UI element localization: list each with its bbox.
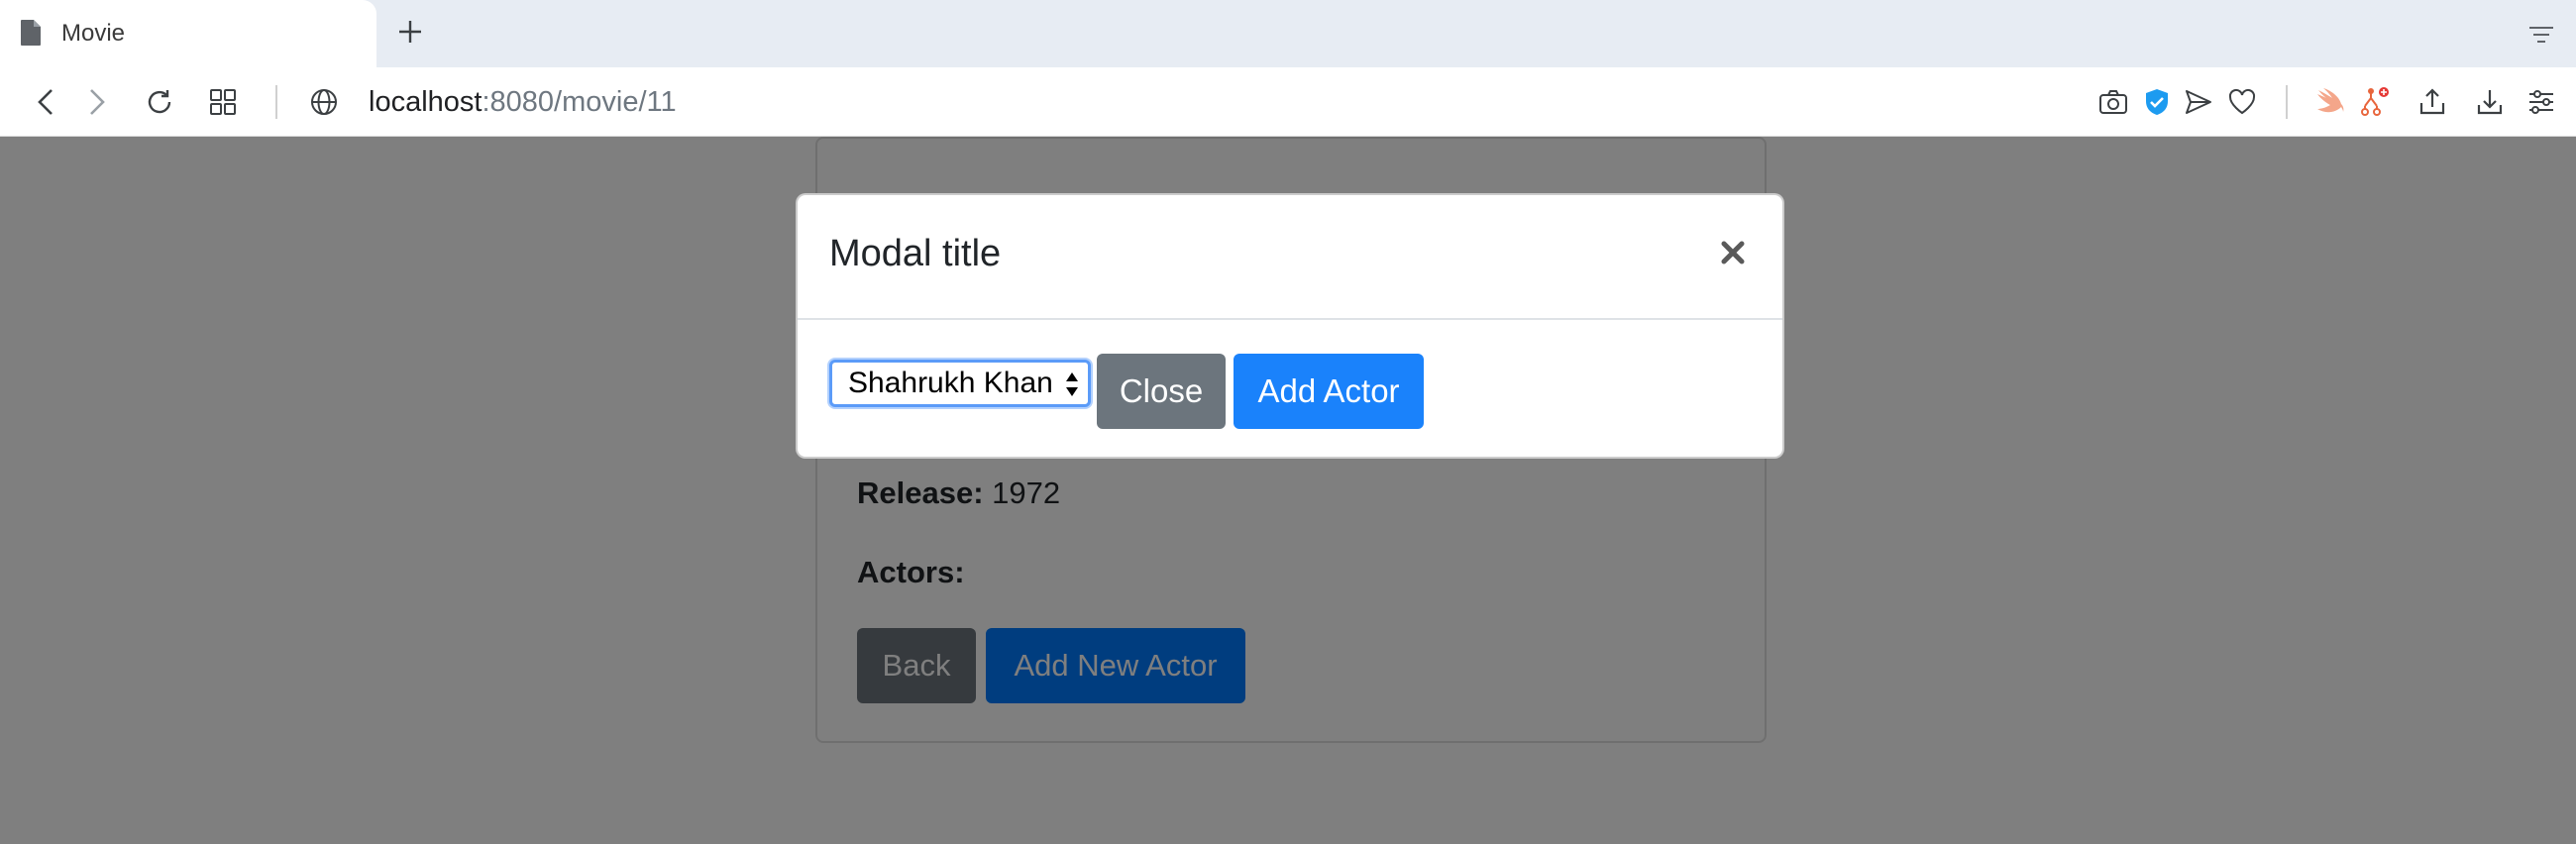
- browser-toolbar: localhost:8080/movie/11: [0, 67, 2576, 137]
- modal-header: Modal title: [798, 195, 1782, 320]
- camera-icon[interactable]: [2093, 81, 2134, 123]
- reload-icon[interactable]: [139, 81, 180, 123]
- add-actor-button[interactable]: Add Actor: [1234, 354, 1424, 429]
- modal-body: Shahrukh Khan Close Add Actor: [798, 320, 1782, 459]
- toolbar-divider: [275, 85, 277, 119]
- browser-tab[interactable]: Movie: [0, 0, 376, 67]
- address-bar[interactable]: localhost:8080/movie/11: [369, 84, 677, 120]
- url-host: localhost: [369, 86, 483, 118]
- settings-sliders-icon[interactable]: [2521, 81, 2562, 123]
- modal-close-button[interactable]: Close: [1097, 354, 1226, 429]
- shield-icon[interactable]: [2136, 81, 2178, 123]
- back-nav-icon[interactable]: [26, 81, 67, 123]
- swift-icon[interactable]: [2308, 81, 2350, 123]
- modal-title: Modal title: [829, 233, 1002, 274]
- select-arrows-icon: [1064, 370, 1080, 398]
- tab-list-icon[interactable]: [2526, 20, 2558, 52]
- close-icon[interactable]: [1713, 233, 1753, 272]
- extension-icon[interactable]: [2354, 81, 2396, 123]
- add-actor-modal: Modal title Shahrukh Khan Close Add Acto…: [796, 193, 1784, 459]
- new-tab-button[interactable]: [390, 12, 430, 52]
- speed-dial-icon[interactable]: [202, 81, 244, 123]
- heart-icon[interactable]: [2221, 81, 2263, 123]
- actor-select-value: Shahrukh Khan: [848, 367, 1053, 399]
- download-icon[interactable]: [2469, 81, 2511, 123]
- globe-icon[interactable]: [303, 81, 345, 123]
- actor-select[interactable]: Shahrukh Khan: [829, 360, 1091, 407]
- share-icon[interactable]: [2412, 81, 2453, 123]
- forward-nav-icon[interactable]: [75, 81, 117, 123]
- toolbar-divider: [2286, 85, 2288, 119]
- tab-title: Movie: [61, 20, 126, 47]
- document-icon: [20, 19, 44, 49]
- url-path: :8080/movie/11: [482, 86, 677, 118]
- tab-bar: Movie: [0, 0, 2576, 67]
- send-icon[interactable]: [2178, 81, 2219, 123]
